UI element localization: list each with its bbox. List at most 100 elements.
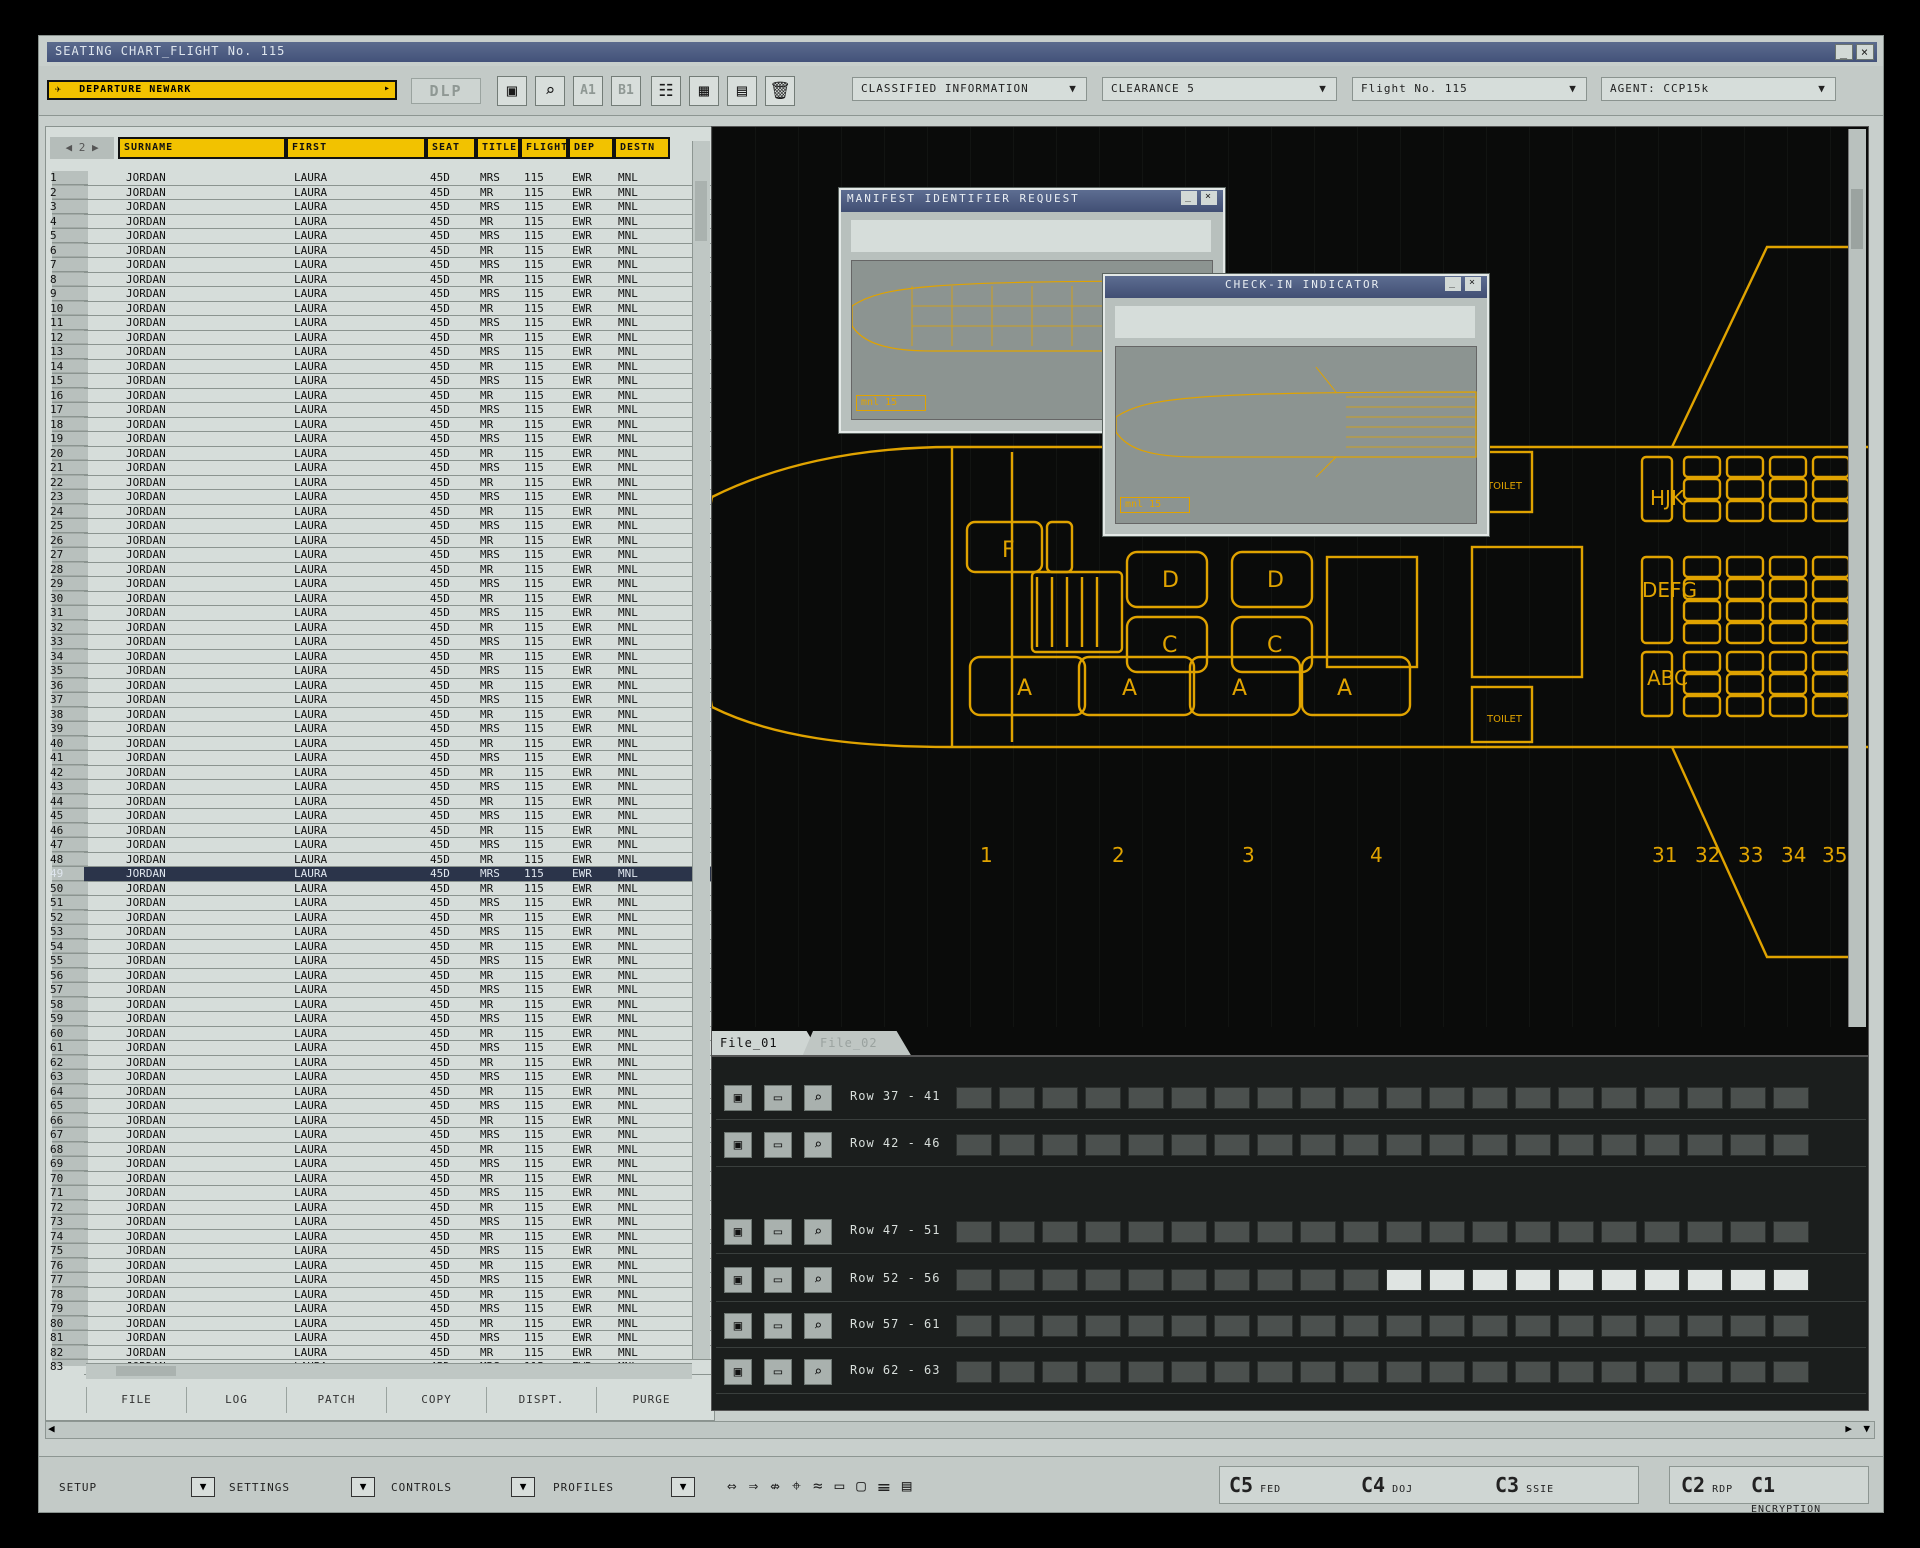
seat-status-cell[interactable] [1644, 1134, 1680, 1156]
table-row[interactable]: 33 JORDAN LAURA 45D MRS 115 EWR MNL [50, 635, 712, 650]
window-icon[interactable]: ▭ [835, 1476, 857, 1495]
seat-status-cell[interactable] [956, 1087, 992, 1109]
table-row[interactable]: 23 JORDAN LAURA 45D MRS 115 EWR MNL [50, 490, 712, 505]
table-row[interactable]: 32 JORDAN LAURA 45D MR 115 EWR MNL [50, 621, 712, 635]
seat-status-cell[interactable] [956, 1315, 992, 1337]
table-row[interactable]: 9 JORDAN LAURA 45D MRS 115 EWR MNL [50, 287, 712, 302]
col-surname[interactable]: SURNAME [118, 137, 286, 159]
folder-icon[interactable]: ▭ [764, 1359, 792, 1385]
table-row[interactable]: 41 JORDAN LAURA 45D MRS 115 EWR MNL [50, 751, 712, 766]
table-row[interactable]: 5 JORDAN LAURA 45D MRS 115 EWR MNL [50, 229, 712, 244]
seat-status-cell[interactable] [1343, 1361, 1379, 1383]
search-icon[interactable]: ⌕ [804, 1085, 832, 1111]
table-row[interactable]: 14 JORDAN LAURA 45D MR 115 EWR MNL [50, 360, 712, 374]
wave-icon[interactable]: ≈ [813, 1476, 835, 1495]
table-row[interactable]: 56 JORDAN LAURA 45D MR 115 EWR MNL [50, 969, 712, 983]
seat-status-cell[interactable] [1214, 1269, 1250, 1291]
seat-status-cell[interactable] [1042, 1315, 1078, 1337]
flight-dropdown[interactable]: Flight No. 115 ▼ [1352, 77, 1587, 101]
col-first[interactable]: FIRST [286, 137, 426, 159]
seat-status-cell[interactable] [1085, 1087, 1121, 1109]
seat-status-cell[interactable] [1171, 1134, 1207, 1156]
seat-status-cell[interactable] [956, 1361, 992, 1383]
dialog-close-button[interactable]: × [1465, 277, 1481, 291]
table-row[interactable]: 37 JORDAN LAURA 45D MRS 115 EWR MNL [50, 693, 712, 708]
channel-c3[interactable]: C3 SSIE [1495, 1473, 1554, 1497]
seat-status-cell[interactable] [1343, 1134, 1379, 1156]
seat-status-cell[interactable] [1386, 1134, 1422, 1156]
dialog-minimize-button[interactable]: _ [1181, 191, 1197, 205]
table-row[interactable]: 15 JORDAN LAURA 45D MRS 115 EWR MNL [50, 374, 712, 389]
table-row[interactable]: 26 JORDAN LAURA 45D MR 115 EWR MNL [50, 534, 712, 548]
dialog-minimize-button[interactable]: _ [1445, 277, 1461, 291]
table-row[interactable]: 29 JORDAN LAURA 45D MRS 115 EWR MNL [50, 577, 712, 592]
table-row[interactable]: 51 JORDAN LAURA 45D MRS 115 EWR MNL [50, 896, 712, 911]
seat-status-cell[interactable] [1386, 1221, 1422, 1243]
table-row[interactable]: 39 JORDAN LAURA 45D MRS 115 EWR MNL [50, 722, 712, 737]
table-row[interactable]: 34 JORDAN LAURA 45D MR 115 EWR MNL [50, 650, 712, 664]
seat-status-cell[interactable] [1300, 1361, 1336, 1383]
seat-status-cell[interactable] [1042, 1221, 1078, 1243]
seat-status-cell[interactable] [1429, 1269, 1465, 1291]
seat-status-cell[interactable] [1128, 1361, 1164, 1383]
seat-status-cell[interactable] [1601, 1221, 1637, 1243]
channel-c1[interactable]: C1 ENCRYPTION [1751, 1473, 1883, 1512]
seat-status-cell[interactable] [1128, 1221, 1164, 1243]
grid-icon[interactable]: ▦ [689, 76, 719, 106]
save-icon[interactable]: ▣ [724, 1219, 752, 1245]
seat-status-cell[interactable] [1730, 1315, 1766, 1337]
scroll-left-icon[interactable]: ◀ [48, 1422, 55, 1435]
seat-status-cell[interactable] [1429, 1221, 1465, 1243]
folder-icon[interactable]: ▭ [764, 1219, 792, 1245]
col-dep[interactable]: DEP [568, 137, 614, 159]
seat-status-cell[interactable] [1429, 1087, 1465, 1109]
agent-dropdown[interactable]: AGENT: CCP15k ▼ [1601, 77, 1836, 101]
seat-status-cell[interactable] [1515, 1221, 1551, 1243]
table-row[interactable]: 17 JORDAN LAURA 45D MRS 115 EWR MNL [50, 403, 712, 418]
table-row[interactable]: 55 JORDAN LAURA 45D MRS 115 EWR MNL [50, 954, 712, 969]
table-row[interactable]: 44 JORDAN LAURA 45D MR 115 EWR MNL [50, 795, 712, 809]
seat-status-cell[interactable] [1558, 1269, 1594, 1291]
seat-status-cell[interactable] [1257, 1087, 1293, 1109]
table-row[interactable]: 30 JORDAN LAURA 45D MR 115 EWR MNL [50, 592, 712, 606]
scroll-right-icon[interactable]: ▶ [1845, 1422, 1852, 1435]
seat-status-cell[interactable] [1558, 1361, 1594, 1383]
seat-status-cell[interactable] [1515, 1087, 1551, 1109]
seat-status-cell[interactable] [1042, 1134, 1078, 1156]
seat-status-cell[interactable] [1472, 1221, 1508, 1243]
table-row[interactable]: 6 JORDAN LAURA 45D MR 115 EWR MNL [50, 244, 712, 258]
folder-icon[interactable]: ▭ [764, 1132, 792, 1158]
table-row[interactable]: 13 JORDAN LAURA 45D MRS 115 EWR MNL [50, 345, 712, 360]
seat-status-cell[interactable] [999, 1134, 1035, 1156]
seat-status-cell[interactable] [1472, 1315, 1508, 1337]
crosshair-icon[interactable]: ⌖ [792, 1476, 813, 1495]
file-button[interactable]: FILE [86, 1387, 186, 1413]
table-row[interactable]: 22 JORDAN LAURA 45D MR 115 EWR MNL [50, 476, 712, 490]
seat-status-cell[interactable] [1085, 1269, 1121, 1291]
arrow-both-icon[interactable]: ⇎ [770, 1476, 792, 1495]
table-row[interactable]: 53 JORDAN LAURA 45D MRS 115 EWR MNL [50, 925, 712, 940]
seat-status-cell[interactable] [1171, 1315, 1207, 1337]
seat-status-cell[interactable] [1429, 1361, 1465, 1383]
seat-status-cell[interactable] [1386, 1315, 1422, 1337]
seat-status-cell[interactable] [1257, 1315, 1293, 1337]
seat-status-cell[interactable] [1687, 1087, 1723, 1109]
table-row[interactable]: 60 JORDAN LAURA 45D MR 115 EWR MNL [50, 1027, 712, 1041]
table-row[interactable]: 16 JORDAN LAURA 45D MR 115 EWR MNL [50, 389, 712, 403]
a1-button[interactable]: A1 [573, 76, 603, 106]
seat-status-cell[interactable] [1214, 1221, 1250, 1243]
seat-status-cell[interactable] [1128, 1087, 1164, 1109]
seat-status-cell[interactable] [1472, 1134, 1508, 1156]
seat-status-cell[interactable] [1214, 1087, 1250, 1109]
table-row[interactable]: 58 JORDAN LAURA 45D MR 115 EWR MNL [50, 998, 712, 1012]
seat-status-cell[interactable] [1687, 1221, 1723, 1243]
seat-status-cell[interactable] [1300, 1221, 1336, 1243]
folder-icon[interactable]: ▭ [764, 1313, 792, 1339]
seat-status-cell[interactable] [1042, 1361, 1078, 1383]
seat-status-cell[interactable] [1042, 1087, 1078, 1109]
table-row[interactable]: 80 JORDAN LAURA 45D MR 115 EWR MNL [50, 1317, 712, 1331]
table-vscrollbar[interactable] [692, 141, 710, 1359]
seat-status-cell[interactable] [1472, 1269, 1508, 1291]
table-row[interactable]: 28 JORDAN LAURA 45D MR 115 EWR MNL [50, 563, 712, 577]
seat-status-cell[interactable] [1644, 1221, 1680, 1243]
